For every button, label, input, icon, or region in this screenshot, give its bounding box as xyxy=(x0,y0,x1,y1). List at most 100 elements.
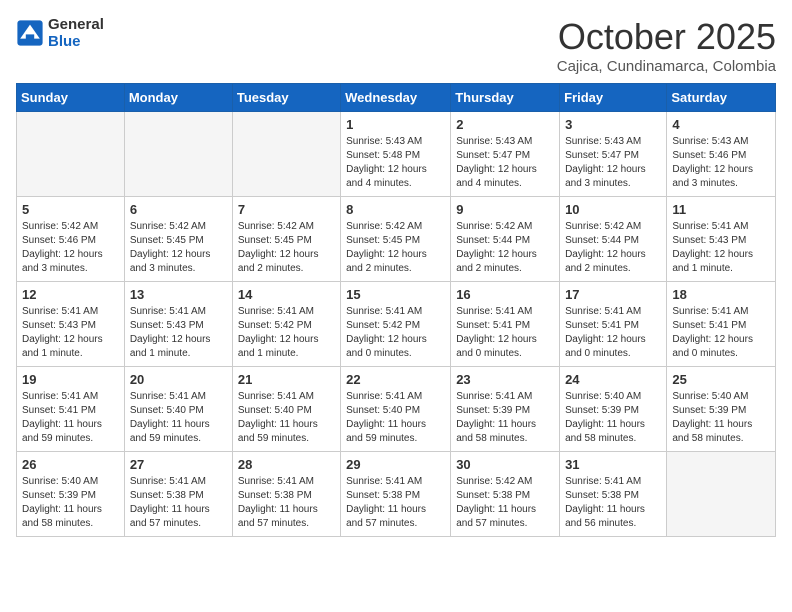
calendar-cell: 14 Sunrise: 5:41 AMSunset: 5:42 PMDayligh… xyxy=(232,282,340,367)
calendar-cell: 1 Sunrise: 5:43 AMSunset: 5:48 PMDaylight… xyxy=(341,112,451,197)
day-info: Sunrise: 5:40 AMSunset: 5:39 PMDaylight:… xyxy=(22,475,119,531)
day-info: Sunrise: 5:41 AMSunset: 5:43 PMDaylight:… xyxy=(130,305,227,361)
logo-icon xyxy=(16,19,44,47)
day-number: 27 xyxy=(130,457,227,472)
day-number: 25 xyxy=(672,372,770,387)
day-number: 9 xyxy=(456,202,554,217)
day-info: Sunrise: 5:41 AMSunset: 5:40 PMDaylight:… xyxy=(238,390,335,446)
day-info: Sunrise: 5:41 AMSunset: 5:38 PMDaylight:… xyxy=(238,475,335,531)
day-number: 8 xyxy=(346,202,445,217)
day-number: 29 xyxy=(346,457,445,472)
day-info: Sunrise: 5:43 AMSunset: 5:47 PMDaylight:… xyxy=(456,135,554,191)
day-number: 3 xyxy=(565,117,661,132)
calendar-cell xyxy=(124,112,232,197)
day-number: 2 xyxy=(456,117,554,132)
day-info: Sunrise: 5:43 AMSunset: 5:46 PMDaylight:… xyxy=(672,135,770,191)
day-number: 19 xyxy=(22,372,119,387)
day-number: 30 xyxy=(456,457,554,472)
location: Cajica, Cundinamarca, Colombia xyxy=(557,58,776,75)
calendar-cell: 22 Sunrise: 5:41 AMSunset: 5:40 PMDayligh… xyxy=(341,367,451,452)
day-number: 15 xyxy=(346,287,445,302)
calendar-cell xyxy=(17,112,125,197)
calendar-cell: 29 Sunrise: 5:41 AMSunset: 5:38 PMDayligh… xyxy=(341,452,451,537)
day-info: Sunrise: 5:43 AMSunset: 5:47 PMDaylight:… xyxy=(565,135,661,191)
day-info: Sunrise: 5:41 AMSunset: 5:40 PMDaylight:… xyxy=(346,390,445,446)
calendar-cell: 25 Sunrise: 5:40 AMSunset: 5:39 PMDayligh… xyxy=(667,367,776,452)
weekday-header-row: SundayMondayTuesdayWednesdayThursdayFrid… xyxy=(17,84,776,112)
calendar-cell xyxy=(232,112,340,197)
day-number: 18 xyxy=(672,287,770,302)
day-number: 31 xyxy=(565,457,661,472)
calendar-cell: 27 Sunrise: 5:41 AMSunset: 5:38 PMDayligh… xyxy=(124,452,232,537)
day-info: Sunrise: 5:41 AMSunset: 5:42 PMDaylight:… xyxy=(238,305,335,361)
calendar-cell: 28 Sunrise: 5:41 AMSunset: 5:38 PMDayligh… xyxy=(232,452,340,537)
calendar-cell: 18 Sunrise: 5:41 AMSunset: 5:41 PMDayligh… xyxy=(667,282,776,367)
logo-text-line1: General xyxy=(48,16,104,33)
day-info: Sunrise: 5:43 AMSunset: 5:48 PMDaylight:… xyxy=(346,135,445,191)
calendar-cell: 13Sunrise: 5:41 AMSunset: 5:43 PMDayligh… xyxy=(124,282,232,367)
weekday-header-saturday: Saturday xyxy=(667,84,776,112)
weekday-header-monday: Monday xyxy=(124,84,232,112)
week-row-1: 1 Sunrise: 5:43 AMSunset: 5:48 PMDaylight… xyxy=(17,112,776,197)
day-number: 24 xyxy=(565,372,661,387)
weekday-header-thursday: Thursday xyxy=(451,84,560,112)
calendar-cell: 26Sunrise: 5:40 AMSunset: 5:39 PMDayligh… xyxy=(17,452,125,537)
day-info: Sunrise: 5:41 AMSunset: 5:42 PMDaylight:… xyxy=(346,305,445,361)
title-block: October 2025 Cajica, Cundinamarca, Colom… xyxy=(557,16,776,75)
calendar-cell: 30Sunrise: 5:42 AMSunset: 5:38 PMDayligh… xyxy=(451,452,560,537)
day-number: 21 xyxy=(238,372,335,387)
day-info: Sunrise: 5:41 AMSunset: 5:41 PMDaylight:… xyxy=(565,305,661,361)
calendar-cell: 9 Sunrise: 5:42 AMSunset: 5:44 PMDaylight… xyxy=(451,197,560,282)
day-number: 14 xyxy=(238,287,335,302)
day-info: Sunrise: 5:41 AMSunset: 5:38 PMDaylight:… xyxy=(130,475,227,531)
week-row-4: 19Sunrise: 5:41 AMSunset: 5:41 PMDayligh… xyxy=(17,367,776,452)
week-row-3: 12 Sunrise: 5:41 AMSunset: 5:43 PMDayligh… xyxy=(17,282,776,367)
day-number: 1 xyxy=(346,117,445,132)
week-row-5: 26Sunrise: 5:40 AMSunset: 5:39 PMDayligh… xyxy=(17,452,776,537)
day-info: Sunrise: 5:41 AMSunset: 5:41 PMDaylight:… xyxy=(672,305,770,361)
logo: General Blue xyxy=(16,16,104,50)
calendar-cell: 7Sunrise: 5:42 AMSunset: 5:45 PMDaylight… xyxy=(232,197,340,282)
day-info: Sunrise: 5:42 AMSunset: 5:45 PMDaylight:… xyxy=(130,220,227,276)
day-number: 6 xyxy=(130,202,227,217)
day-number: 12 xyxy=(22,287,119,302)
day-info: Sunrise: 5:42 AMSunset: 5:46 PMDaylight:… xyxy=(22,220,119,276)
calendar-cell: 23Sunrise: 5:41 AMSunset: 5:39 PMDayligh… xyxy=(451,367,560,452)
calendar-cell: 15 Sunrise: 5:41 AMSunset: 5:42 PMDayligh… xyxy=(341,282,451,367)
day-info: Sunrise: 5:40 AMSunset: 5:39 PMDaylight:… xyxy=(565,390,661,446)
day-number: 28 xyxy=(238,457,335,472)
day-number: 10 xyxy=(565,202,661,217)
day-number: 7 xyxy=(238,202,335,217)
calendar-cell: 12Sunrise: 5:41 AMSunset: 5:43 PMDayligh… xyxy=(17,282,125,367)
day-number: 5 xyxy=(22,202,119,217)
calendar-cell xyxy=(667,452,776,537)
weekday-header-tuesday: Tuesday xyxy=(232,84,340,112)
logo-text-line2: Blue xyxy=(48,33,104,50)
day-number: 4 xyxy=(672,117,770,132)
weekday-header-sunday: Sunday xyxy=(17,84,125,112)
calendar-cell: 8Sunrise: 5:42 AMSunset: 5:45 PMDaylight… xyxy=(341,197,451,282)
day-number: 16 xyxy=(456,287,554,302)
calendar-cell: 4 Sunrise: 5:43 AMSunset: 5:46 PMDaylight… xyxy=(667,112,776,197)
day-info: Sunrise: 5:40 AMSunset: 5:39 PMDaylight:… xyxy=(672,390,770,446)
day-number: 17 xyxy=(565,287,661,302)
day-info: Sunrise: 5:41 AMSunset: 5:41 PMDaylight:… xyxy=(456,305,554,361)
day-number: 23 xyxy=(456,372,554,387)
calendar-cell: 10Sunrise: 5:42 AMSunset: 5:44 PMDayligh… xyxy=(560,197,667,282)
day-info: Sunrise: 5:41 AMSunset: 5:38 PMDaylight:… xyxy=(346,475,445,531)
day-info: Sunrise: 5:41 AMSunset: 5:43 PMDaylight:… xyxy=(672,220,770,276)
calendar-cell: 2 Sunrise: 5:43 AMSunset: 5:47 PMDaylight… xyxy=(451,112,560,197)
week-row-2: 5 Sunrise: 5:42 AMSunset: 5:46 PMDaylight… xyxy=(17,197,776,282)
calendar-cell: 21 Sunrise: 5:41 AMSunset: 5:40 PMDayligh… xyxy=(232,367,340,452)
day-info: Sunrise: 5:42 AMSunset: 5:44 PMDaylight:… xyxy=(456,220,554,276)
day-info: Sunrise: 5:41 AMSunset: 5:38 PMDaylight:… xyxy=(565,475,661,531)
page-header: General Blue October 2025 Cajica, Cundin… xyxy=(16,16,776,75)
calendar-cell: 19Sunrise: 5:41 AMSunset: 5:41 PMDayligh… xyxy=(17,367,125,452)
calendar-cell: 5 Sunrise: 5:42 AMSunset: 5:46 PMDaylight… xyxy=(17,197,125,282)
weekday-header-wednesday: Wednesday xyxy=(341,84,451,112)
calendar-cell: 6 Sunrise: 5:42 AMSunset: 5:45 PMDaylight… xyxy=(124,197,232,282)
calendar-cell: 20Sunrise: 5:41 AMSunset: 5:40 PMDayligh… xyxy=(124,367,232,452)
calendar-cell: 3 Sunrise: 5:43 AMSunset: 5:47 PMDaylight… xyxy=(560,112,667,197)
calendar-cell: 16 Sunrise: 5:41 AMSunset: 5:41 PMDayligh… xyxy=(451,282,560,367)
day-number: 22 xyxy=(346,372,445,387)
